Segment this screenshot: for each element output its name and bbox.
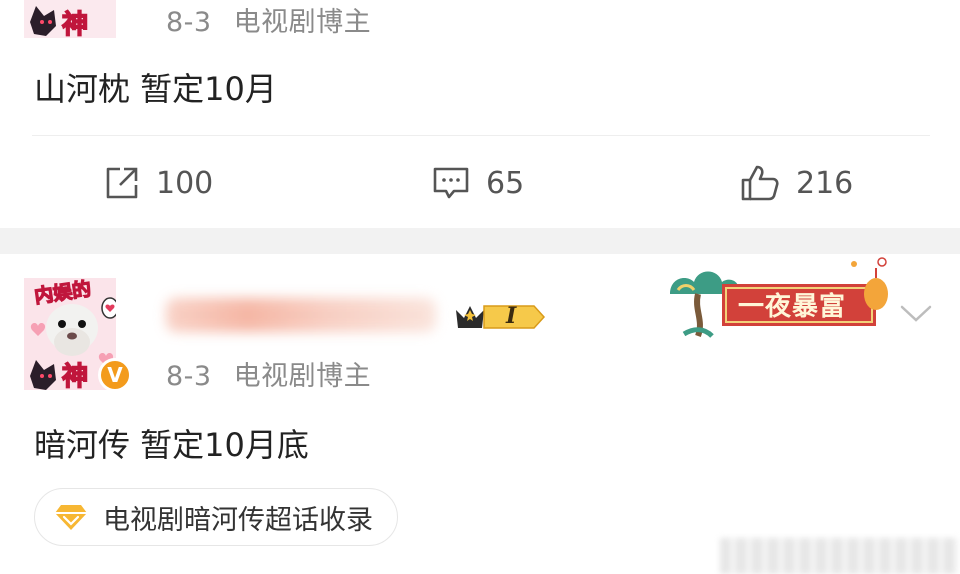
post-text: 暗河传 暂定10月底 [34,426,309,464]
more-options-button[interactable] [896,298,936,328]
post-meta: 8-3 电视剧博主 [166,0,371,39]
repost-count: 100 [156,165,214,201]
chevron-down-icon [900,305,932,322]
feed-separator [0,228,960,254]
topic-link[interactable]: 电视剧暗河传超话收录 [34,488,398,546]
promo-label: 一夜暴富 [738,292,847,322]
avatar[interactable]: 神 V [24,0,116,41]
topic-label: 电视剧暗河传超话收录 [103,504,373,536]
comment-button[interactable]: 65 [432,160,524,206]
thumbs-up-icon [741,165,779,201]
post-date: 8-3 [166,7,212,38]
post-source[interactable]: 电视剧博主 [234,7,372,38]
vip-level: I [506,303,517,329]
vip-badge[interactable]: I [454,302,546,332]
comment-count: 65 [486,165,525,201]
crown-icon [456,305,546,329]
avatar[interactable]: 内娱的 神 V [24,268,132,393]
username[interactable] [166,298,436,332]
feed: 神 V 8-3 电视剧博主 山河枕 暂定10月 100 65 [0,0,960,574]
avatar-caption: 神 [61,361,89,393]
like-button[interactable]: 216 [740,160,853,206]
verified-badge-icon: V [98,358,132,392]
like-count: 216 [796,165,854,201]
avatar-caption: 神 [61,9,89,41]
post-text: 山河枕 暂定10月 [34,70,277,108]
comment-icon [433,167,469,199]
diamond-icon [55,505,87,530]
blurred-content [720,538,958,574]
share-icon [106,167,138,199]
post-meta: 8-3 电视剧博主 [166,354,371,393]
feed-post: 神 V 8-3 电视剧博主 山河枕 暂定10月 100 65 [0,0,960,228]
promo-sticker[interactable]: 一夜暴富 [664,254,894,350]
post-source[interactable]: 电视剧博主 [234,361,372,392]
divider [32,135,930,136]
feed-post: 内娱的 神 V I 一夜暴富 8-3 电视剧博主 暗河传 暂定10月底 电视剧暗… [0,254,960,574]
repost-button[interactable]: 100 [104,160,213,206]
post-date: 8-3 [166,361,212,392]
